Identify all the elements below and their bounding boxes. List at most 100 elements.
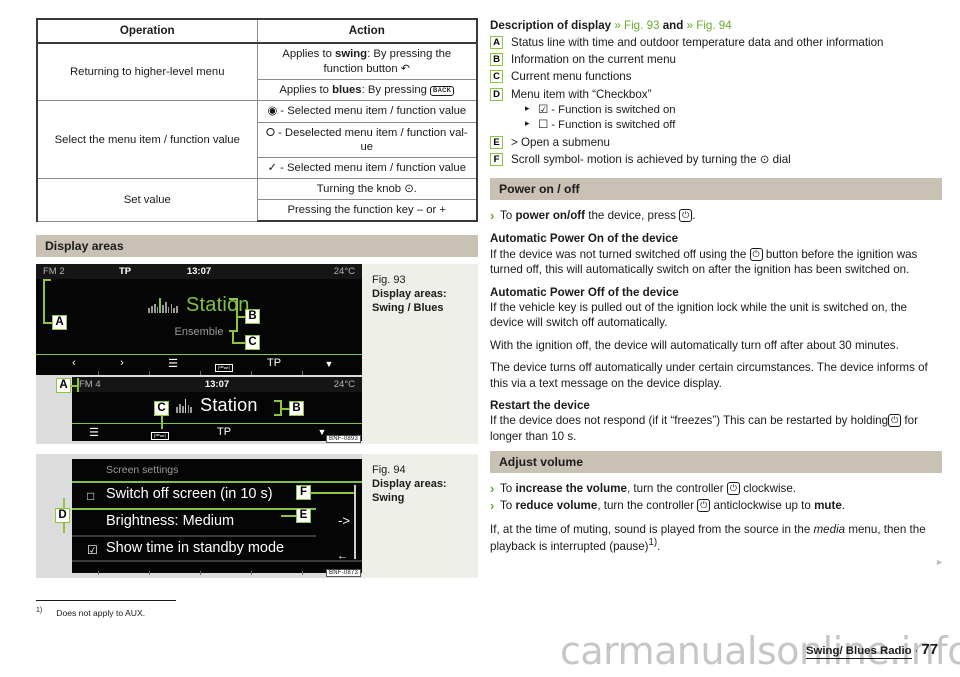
- list-item: ☐ - Function is switched off: [525, 117, 942, 133]
- cell-action-turn-knob: Turning the knob ⊙.: [256, 177, 478, 201]
- figure-94-caption: Fig. 94 Display areas: Swing: [362, 454, 478, 579]
- footnote-rule: [36, 600, 176, 602]
- table-row: Returning to higher-level menu Applies t…: [36, 42, 478, 102]
- station-row: Station: [72, 395, 362, 416]
- list-item: C Current menu functions: [490, 69, 942, 85]
- legend-text-a: Status line with time and outdoor temper…: [511, 36, 884, 50]
- vol-b2-mid: , turn the controller: [597, 499, 698, 513]
- status-time: 13:07: [204, 379, 230, 391]
- figure-93-caption: Fig. 93 Display areas: Swing / Blues: [362, 264, 478, 445]
- legend-letter-d: D: [490, 87, 503, 101]
- figure-reference-code: BNF-0873: [326, 569, 361, 578]
- figure-ref-93-link[interactable]: » Fig. 93: [614, 19, 659, 32]
- func-scroll-down-icon[interactable]: ▼: [325, 359, 334, 369]
- func-tp-label[interactable]: TP: [217, 426, 231, 438]
- status-band: FM 4: [79, 379, 101, 391]
- vol-b2-bold: reduce volume: [515, 499, 598, 513]
- checkbox-unchecked-icon[interactable]: □: [87, 489, 94, 503]
- figure-94-title-2: Swing: [372, 492, 405, 505]
- action-text-bold: swing: [335, 48, 368, 61]
- scrollbar[interactable]: [354, 485, 356, 560]
- table-row: Set value Turning the knob ⊙.: [36, 177, 478, 222]
- vol-b2-post: anticlockwise up to: [710, 499, 815, 513]
- submenu-arrow-icon[interactable]: ->: [338, 513, 350, 528]
- section-heading-display-areas: Display areas: [36, 235, 478, 258]
- back-arrow-icon: ↶: [400, 62, 410, 75]
- cell-operation-select-item: Select the menu item / function value: [36, 100, 258, 179]
- list-item: To increase the volume, turn the control…: [490, 480, 942, 499]
- callout-a-bottom: A: [56, 378, 71, 394]
- table-row: Select the menu item / function value ◉ …: [36, 100, 478, 179]
- list-item: E > Open a submenu: [490, 135, 942, 151]
- figure-94-image: Screen settings □ Switch off screen (in …: [36, 454, 362, 579]
- power-bullet-list: To power on/off the device, press ⏻.: [490, 207, 942, 226]
- leader-line: [274, 414, 281, 417]
- legend-letter-b: B: [490, 53, 503, 67]
- screen-settings-frame: Screen settings □ Switch off screen (in …: [36, 454, 362, 579]
- back-key-icon: BACK: [430, 86, 455, 96]
- cell-action-selected-filled: ◉ - Selected menu item / function value: [256, 100, 478, 123]
- leader-line: [274, 400, 281, 403]
- paragraph-auto-off-3: The device turns off automatically under…: [490, 361, 928, 390]
- status-temperature: 24°C: [333, 266, 355, 278]
- subheading-restart-device: Restart the device: [490, 399, 590, 413]
- auto-on-text-1: If the device was not turned switched of…: [490, 247, 750, 261]
- cell-action-press-key: Pressing the function key – or +: [256, 199, 478, 223]
- checkbox-state-list: ☑ - Function is switched on ☐ - Function…: [511, 102, 942, 134]
- figure-ref-94-link[interactable]: » Fig. 94: [687, 19, 732, 32]
- station-row: Station: [36, 294, 362, 317]
- manual-page: Operation Action Returning to higher-lev…: [0, 0, 960, 677]
- column-header-operation: Operation: [36, 17, 258, 45]
- leader-line: [232, 342, 246, 345]
- func-prev-icon[interactable]: ‹: [72, 357, 76, 369]
- legend-text-d: Menu item with “Checkbox”: [511, 87, 652, 101]
- bullet-post: the device, press: [585, 208, 680, 222]
- action-text-bold: blues: [332, 84, 362, 97]
- description-of-display-section: Description of display » Fig. 93 and » F…: [490, 18, 942, 168]
- volume-section-body: To increase the volume, turn the control…: [490, 480, 942, 554]
- vol-b2-bold2: mute: [814, 499, 842, 513]
- footnote-ref: 1): [648, 537, 658, 549]
- callout-e: E: [296, 508, 311, 524]
- func-preset-icon[interactable]: |⏮⏭|: [150, 428, 170, 441]
- bullet-end: .: [692, 208, 696, 222]
- list-item: ☑ - Function is switched on: [525, 102, 942, 118]
- signal-bars-icon: [176, 395, 193, 414]
- legend-letter-a: A: [490, 36, 503, 50]
- cell-operation-set-value: Set value: [36, 177, 258, 222]
- menu-item-switch-off-screen[interactable]: □ Switch off screen (in 10 s): [72, 483, 362, 509]
- back-arrow-icon[interactable]: ←: [337, 550, 348, 562]
- swing-display-screen: FM 2 TP 13:07 24°C Station Ensemble ‹ ›: [36, 264, 362, 376]
- cell-action-selected-check: ✓ - Selected menu item / function value: [256, 156, 478, 179]
- subheading-auto-power-off: Automatic Power Off of the device: [490, 285, 679, 299]
- note-pre: If, at the time of muting, sound is play…: [490, 522, 814, 536]
- menu-item-brightness[interactable]: Brightness: Medium ->: [72, 510, 362, 536]
- list-item: F Scroll symbol- motion is achieved by t…: [490, 152, 942, 168]
- leader-line: [43, 279, 51, 282]
- menu-item-label: Brightness: Medium: [106, 513, 235, 530]
- status-bar: FM 2 TP 13:07 24°C: [36, 264, 362, 280]
- note-italic: media: [813, 522, 846, 536]
- cell-operation-return-menu: Returning to higher-level menu: [36, 42, 258, 102]
- list-item: To power on/off the device, press ⏻.: [490, 207, 942, 226]
- description-title: Description of display: [490, 19, 612, 32]
- volume-bullet-list: To increase the volume, turn the control…: [490, 480, 942, 516]
- operation-action-table: Operation Action Returning to higher-lev…: [36, 17, 478, 223]
- func-list-icon[interactable]: ☰: [89, 426, 99, 439]
- figure-93-image: FM 2 TP 13:07 24°C Station Ensemble ‹ ›: [36, 264, 362, 445]
- list-item: B Information on the current menu: [490, 52, 942, 68]
- description-heading: Description of display » Fig. 93 and » F…: [490, 18, 942, 33]
- tick-marks: [36, 371, 362, 376]
- list-item: A Status line with time and outdoor temp…: [490, 35, 942, 51]
- legend-text-c: Current menu functions: [511, 70, 632, 84]
- list-item: To reduce volume, turn the controller ⏻ …: [490, 497, 942, 516]
- func-tp-label[interactable]: TP: [267, 357, 281, 369]
- status-tp: TP: [119, 266, 132, 278]
- left-column: Operation Action Returning to higher-lev…: [36, 17, 478, 579]
- leader-line: [77, 378, 79, 393]
- checkbox-checked-icon[interactable]: ☑: [87, 543, 98, 557]
- func-next-icon[interactable]: ›: [120, 357, 124, 369]
- legend-letter-f: F: [490, 153, 503, 167]
- callout-d: D: [55, 508, 70, 524]
- func-list-icon[interactable]: ☰: [168, 357, 178, 370]
